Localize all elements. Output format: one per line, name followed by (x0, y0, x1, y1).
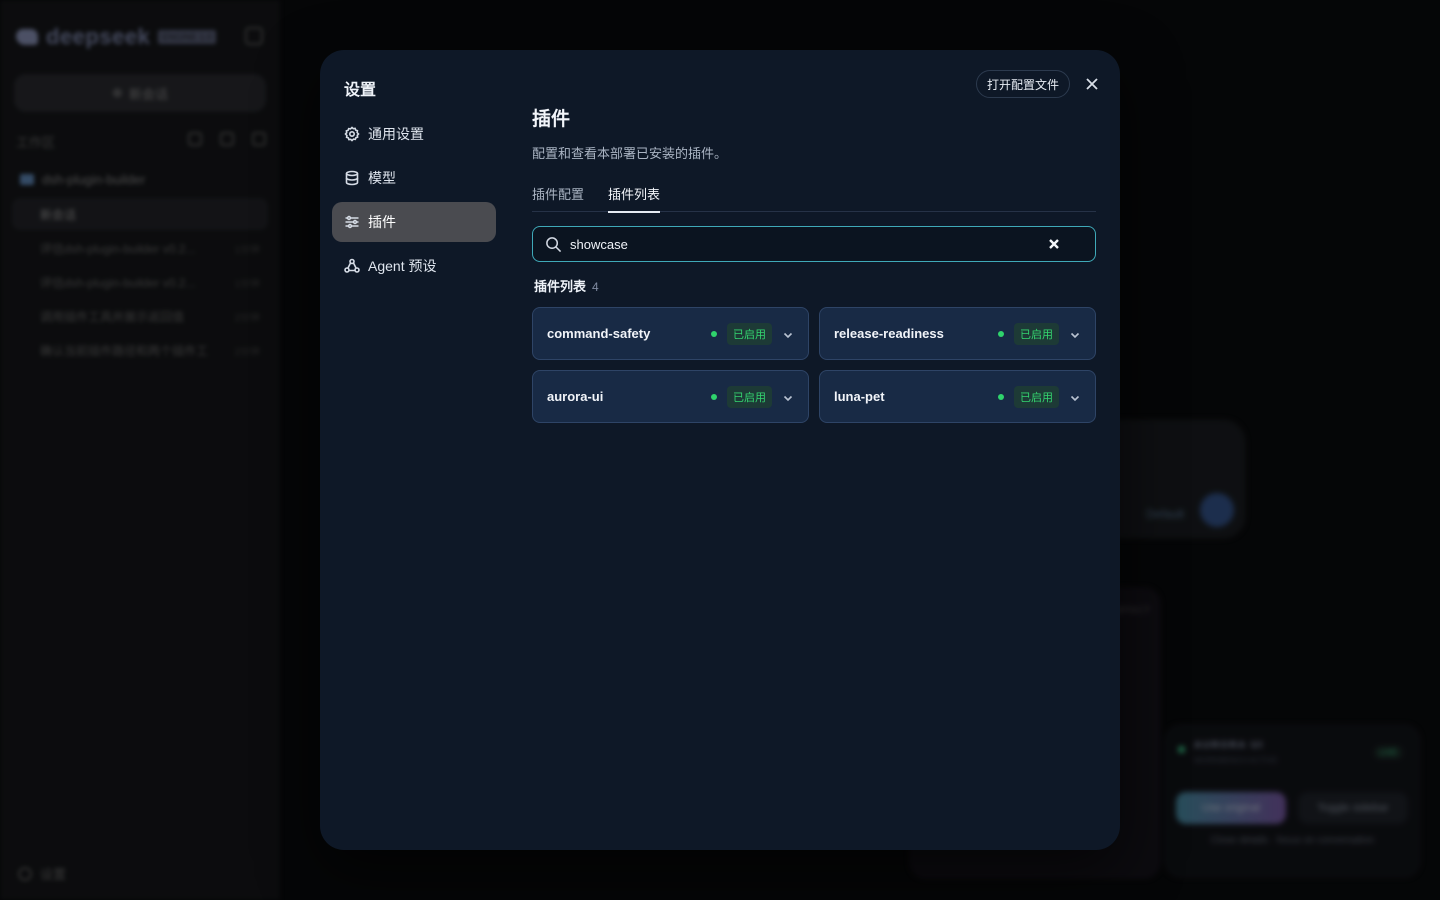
status-badge: 已启用 (727, 322, 772, 345)
chevron-down-icon[interactable] (782, 391, 794, 403)
page-title: 插件 (532, 109, 571, 130)
plugin-name: aurora-ui (547, 389, 604, 404)
plugin-grid: command-safety 已启用 release-readiness 已启用… (532, 307, 1096, 423)
tab-plugin-config[interactable]: 插件配置 (532, 184, 584, 212)
open-config-button[interactable]: 打开配置文件 (975, 70, 1070, 98)
settings-nav: 通用设置 模型 插件 Agent 预设 (332, 114, 496, 290)
status-dot-icon (998, 393, 1004, 400)
plugin-list-label: 插件列表 (534, 279, 587, 294)
plugin-card[interactable]: aurora-ui 已启用 (532, 370, 809, 423)
status-badge: 已启用 (1014, 322, 1059, 345)
plugin-count: 4 (592, 280, 599, 294)
plugin-card[interactable]: release-readiness 已启用 (819, 307, 1096, 360)
search-input[interactable] (570, 236, 1047, 252)
chevron-down-icon[interactable] (1069, 391, 1081, 403)
gear-icon (344, 126, 360, 142)
settings-modal: 设置 通用设置 模型 插件 Agent 预设 打开配置文件 插件 配置和查看本部… (320, 50, 1120, 850)
page-description: 配置和查看本部署已安装的插件。 (532, 146, 728, 161)
tab-plugin-list[interactable]: 插件列表 (608, 184, 661, 213)
nav-item-agent-presets[interactable]: Agent 预设 (332, 246, 496, 286)
clear-search-icon[interactable] (1047, 237, 1061, 251)
plugins-panel: 插件 配置和查看本部署已安装的插件。 插件配置 插件列表 插件列表 4 comm… (532, 104, 1096, 423)
database-icon (345, 170, 359, 186)
status-dot-icon (998, 330, 1004, 337)
close-icon[interactable] (1082, 74, 1102, 94)
plugin-search (532, 226, 1096, 262)
plugin-name: luna-pet (834, 389, 885, 404)
plugin-name: command-safety (547, 326, 651, 341)
nav-label: 模型 (368, 170, 396, 186)
nav-label: 插件 (368, 214, 396, 230)
nav-label: Agent 预设 (368, 258, 437, 274)
plugin-list-header: 插件列表 4 (532, 276, 1096, 295)
plugin-tabs: 插件配置 插件列表 (532, 184, 1096, 213)
status-dot-icon (711, 393, 717, 400)
nav-item-general[interactable]: 通用设置 (332, 114, 496, 154)
chevron-down-icon[interactable] (1069, 328, 1081, 340)
status-dot-icon (711, 330, 717, 337)
modal-title: 设置 (344, 82, 377, 99)
status-badge: 已启用 (727, 385, 772, 408)
nav-item-models[interactable]: 模型 (332, 158, 496, 198)
nav-label: 通用设置 (368, 126, 424, 142)
sliders-icon (345, 215, 359, 229)
status-badge: 已启用 (1014, 385, 1059, 408)
plugin-name: release-readiness (834, 326, 944, 341)
plugin-card[interactable]: command-safety 已启用 (532, 307, 809, 360)
chevron-down-icon[interactable] (782, 328, 794, 340)
nav-item-plugins[interactable]: 插件 (332, 202, 496, 242)
search-icon (546, 236, 562, 252)
agent-icon (344, 258, 360, 273)
plugin-card[interactable]: luna-pet 已启用 (819, 370, 1096, 423)
